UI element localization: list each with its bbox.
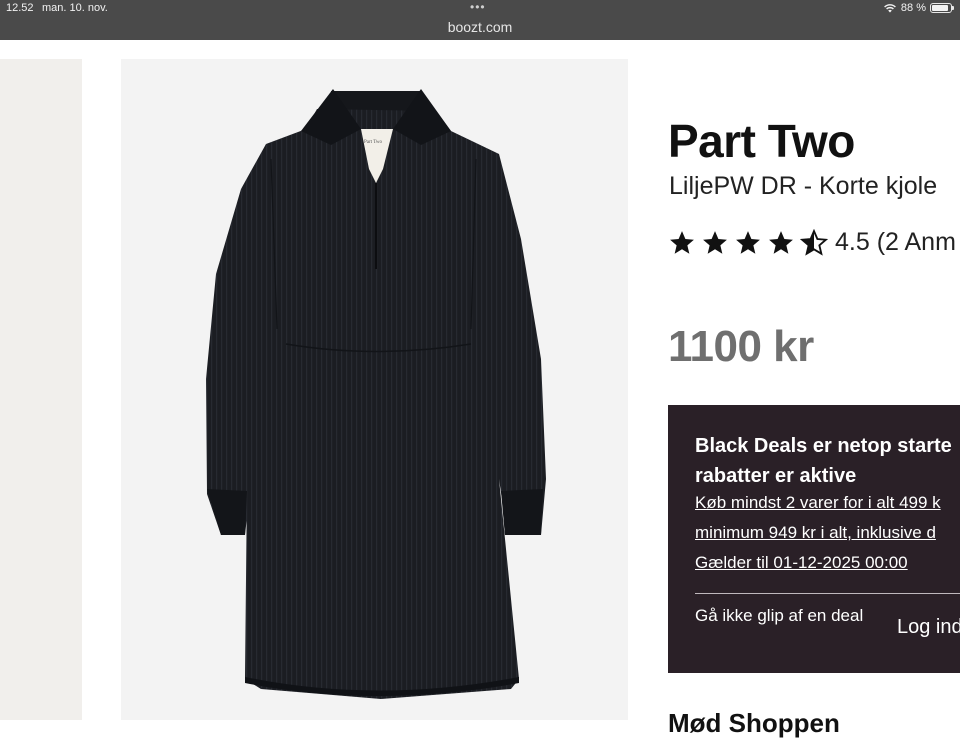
status-date: man. 10. nov. [42, 2, 108, 14]
product-image[interactable]: Part Two [121, 59, 628, 720]
promo-validity-link[interactable]: Gælder til 01-12-2025 00:00 [695, 553, 908, 573]
rating-summary[interactable]: 4.5 (2 Anm [835, 228, 956, 257]
status-time: 12.52 [6, 2, 34, 14]
promo-title-line: Black Deals er netop starte [695, 435, 952, 457]
battery-percent: 88 % [900, 2, 926, 14]
black-deals-banner: Black Deals er netop starte rabatter er … [668, 405, 960, 673]
product-brand[interactable]: Part Two [668, 114, 855, 168]
battery-icon [930, 3, 954, 13]
multitasking-dots-icon[interactable]: ••• [470, 0, 486, 14]
address-bar-url[interactable]: boozt.com [0, 19, 960, 35]
star-full-icon [670, 230, 694, 254]
svg-text:Part Two: Part Two [364, 140, 383, 145]
status-right-group: 88 % [883, 2, 954, 14]
star-full-icon [769, 230, 793, 254]
battery-fill [932, 5, 948, 11]
star-half-icon [800, 228, 828, 256]
login-button[interactable]: Log ind [897, 616, 960, 639]
product-price: 1100 kr [668, 322, 814, 371]
wifi-icon [884, 4, 896, 13]
promo-deal-text: Gå ikke glip af en deal [695, 606, 864, 625]
star-full-icon [736, 230, 760, 254]
dress-illustration: Part Two [206, 89, 546, 699]
promo-title-line: rabatter er aktive [695, 465, 857, 487]
promo-terms-link[interactable]: minimum 949 kr i alt, inklusive d [695, 523, 936, 543]
star-full-icon [703, 230, 727, 254]
next-section-heading: Mød Shoppen [668, 708, 840, 738]
product-thumbnail[interactable] [0, 59, 82, 720]
promo-terms-link[interactable]: Køb mindst 2 varer for i alt 499 k [695, 493, 941, 513]
product-name: LiljePW DR - Korte kjole [669, 172, 938, 200]
product-rating[interactable]: 4.5 (2 Anm [668, 228, 956, 257]
promo-title: Black Deals er netop starte rabatter er … [695, 431, 952, 491]
browser-top-bar: 12.52 man. 10. nov. ••• 88 % boozt.com [0, 0, 960, 40]
promo-divider [695, 593, 960, 594]
